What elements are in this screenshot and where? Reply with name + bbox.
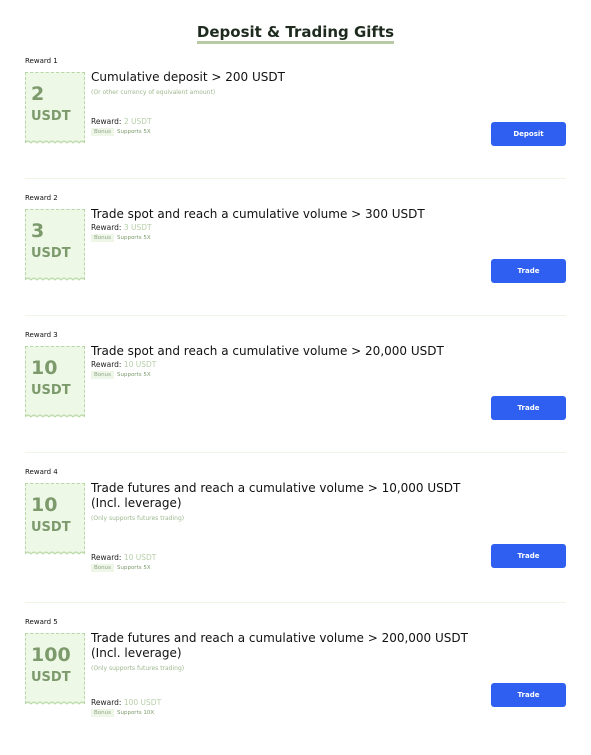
leverage-tag: Supports 5X: [116, 372, 151, 378]
reward-value: 2 USDT: [123, 117, 152, 126]
page: Deposit & Trading Gifts Reward 1 2 USDT …: [0, 0, 591, 755]
reward-value: 10 USDT: [123, 553, 157, 562]
reward-prefix: Reward:: [91, 117, 122, 126]
task-subtitle: (Only supports futures trading): [91, 515, 185, 522]
divider: [25, 178, 566, 179]
reward-line: Reward: 10 USDT: [91, 553, 156, 562]
ticket-currency: USDT: [31, 109, 71, 124]
task-subtitle: (Only supports futures trading): [91, 665, 185, 672]
reward-card: Reward 2 3 USDT Trade spot and reach a c…: [25, 194, 566, 304]
reward-line: Reward: 100 USDT: [91, 698, 161, 707]
reward-ticket: 10 USDT: [25, 483, 85, 555]
ticket-amount: 10: [31, 494, 58, 516]
reward-content: Cumulative deposit > 200 USDT (Or other c…: [91, 70, 491, 96]
trade-button[interactable]: Trade: [491, 396, 566, 420]
reward-card: Reward 3 10 USDT Trade spot and reach a …: [25, 331, 566, 441]
reward-line: Reward: 2 USDT: [91, 117, 152, 126]
bonus-tag: Bonus: [91, 371, 114, 379]
reward-card: Reward 4 10 USDT Trade futures and reach…: [25, 468, 566, 578]
page-title: Deposit & Trading Gifts: [0, 22, 591, 44]
reward-ticket: 3 USDT: [25, 209, 85, 281]
task-subtitle: (Or other currency of equivalent amount): [91, 89, 216, 96]
trade-button[interactable]: Trade: [491, 544, 566, 568]
leverage-tag: Supports 5X: [116, 129, 151, 135]
reward-card: Reward 1 2 USDT Cumulative deposit > 200…: [25, 57, 566, 167]
reward-prefix: Reward:: [91, 698, 122, 707]
trade-button[interactable]: Trade: [491, 259, 566, 283]
reward-label: Reward 4: [25, 468, 58, 476]
reward-prefix: Reward:: [91, 553, 122, 562]
bonus-tag: Bonus: [91, 128, 114, 136]
leverage-tag: Supports 5X: [116, 565, 151, 571]
ticket-currency: USDT: [31, 246, 71, 261]
leverage-tag: Supports 10X: [116, 710, 155, 716]
ticket-amount: 100: [31, 644, 71, 666]
ticket-currency: USDT: [31, 670, 71, 685]
reward-label: Reward 3: [25, 331, 58, 339]
reward-info: Reward: 2 USDT Bonus Supports 5X: [91, 117, 152, 136]
task-title: Trade spot and reach a cumulative volume…: [91, 344, 444, 358]
divider: [25, 315, 566, 316]
task-title: Trade futures and reach a cumulative vol…: [91, 481, 461, 510]
reward-ticket: 2 USDT: [25, 72, 85, 144]
ticket-wave-edge: [25, 551, 85, 555]
ticket-amount: 2: [31, 83, 45, 105]
reward-info: Reward: 10 USDT Bonus Supports 5X: [91, 553, 156, 572]
task-title: Trade spot and reach a cumulative volume…: [91, 207, 425, 221]
reward-info: Reward: 3 USDT Bonus Supports 5X: [91, 223, 152, 242]
reward-line: Reward: 3 USDT: [91, 223, 152, 232]
bonus-tag: Bonus: [91, 234, 114, 242]
reward-value: 100 USDT: [123, 698, 162, 707]
deposit-button[interactable]: Deposit: [491, 122, 566, 146]
ticket-wave-edge: [25, 140, 85, 144]
reward-line: Reward: 10 USDT: [91, 360, 156, 369]
reward-content: Trade spot and reach a cumulative volume…: [91, 344, 491, 359]
reward-ticket: 100 USDT: [25, 633, 85, 705]
reward-value: 10 USDT: [123, 360, 157, 369]
ticket-currency: USDT: [31, 520, 71, 535]
ticket-amount: 3: [31, 220, 45, 242]
ticket-wave-edge: [25, 277, 85, 281]
reward-label: Reward 5: [25, 618, 58, 626]
reward-content: Trade futures and reach a cumulative vol…: [91, 631, 491, 672]
bonus-tag: Bonus: [91, 709, 114, 717]
ticket-wave-edge: [25, 414, 85, 418]
reward-label: Reward 2: [25, 194, 58, 202]
divider: [25, 452, 566, 453]
reward-value: 3 USDT: [123, 223, 152, 232]
divider: [25, 602, 566, 603]
reward-content: Trade futures and reach a cumulative vol…: [91, 481, 491, 522]
trade-button[interactable]: Trade: [491, 683, 566, 707]
ticket-currency: USDT: [31, 383, 71, 398]
reward-info: Reward: 100 USDT Bonus Supports 10X: [91, 698, 161, 717]
task-title: Cumulative deposit > 200 USDT: [91, 70, 285, 84]
reward-info: Reward: 10 USDT Bonus Supports 5X: [91, 360, 156, 379]
ticket-wave-edge: [25, 701, 85, 705]
reward-card: Reward 5 100 USDT Trade futures and reac…: [25, 618, 566, 728]
leverage-tag: Supports 5X: [116, 235, 151, 241]
reward-content: Trade spot and reach a cumulative volume…: [91, 207, 491, 222]
reward-ticket: 10 USDT: [25, 346, 85, 418]
task-title: Trade futures and reach a cumulative vol…: [91, 631, 468, 660]
bonus-tag: Bonus: [91, 564, 114, 572]
reward-prefix: Reward:: [91, 223, 122, 232]
ticket-amount: 10: [31, 357, 58, 379]
reward-prefix: Reward:: [91, 360, 122, 369]
reward-label: Reward 1: [25, 57, 58, 65]
